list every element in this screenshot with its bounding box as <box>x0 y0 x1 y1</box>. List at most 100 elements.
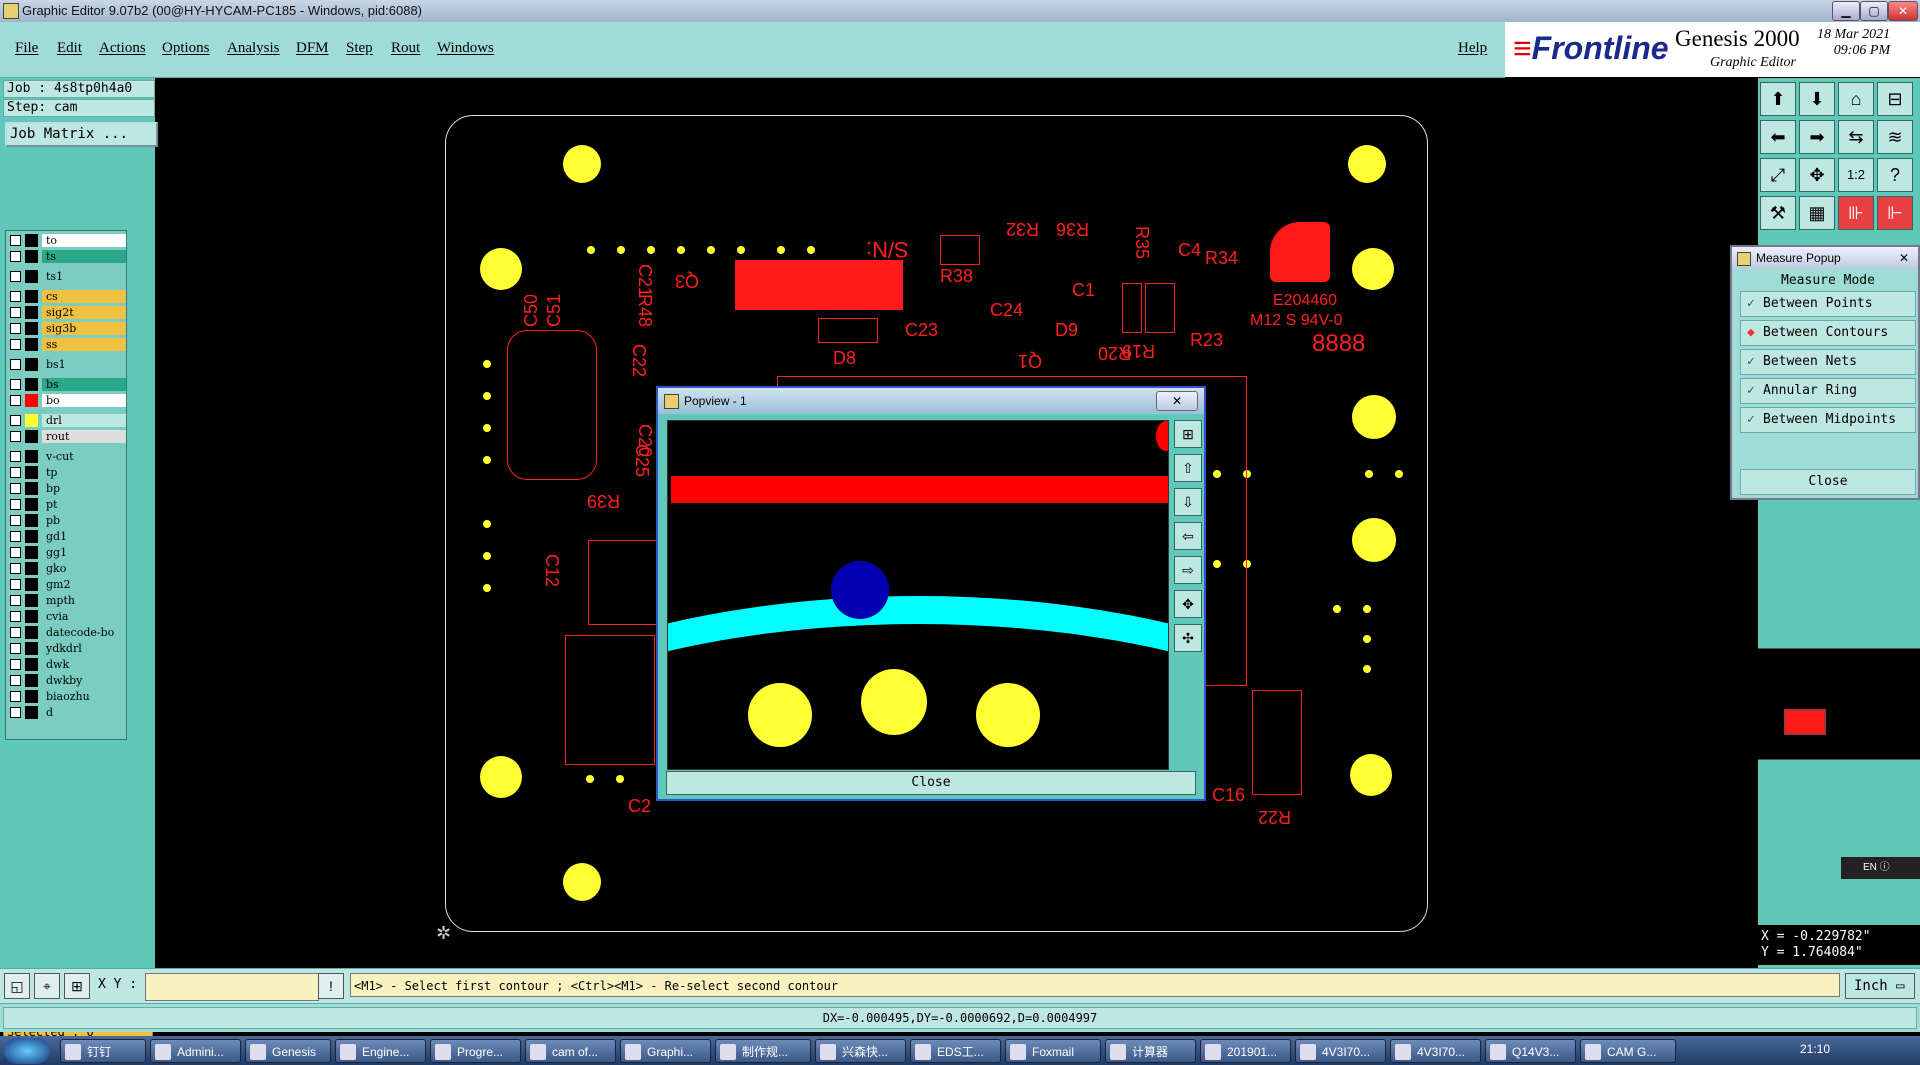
layer-checkbox[interactable] <box>10 499 21 510</box>
layer-checkbox[interactable] <box>10 271 21 282</box>
layer-row[interactable]: datecode-bo <box>6 626 126 640</box>
taskbar-item[interactable]: 201901... <box>1200 1039 1291 1063</box>
zoom-fit-icon[interactable]: ⤢ <box>1760 158 1796 192</box>
layer-row[interactable]: pb <box>6 514 126 528</box>
xy-input[interactable] <box>145 973 319 1001</box>
layer-row[interactable]: dwk <box>6 658 126 672</box>
taskbar-item[interactable]: Graphi... <box>620 1039 711 1063</box>
layer-checkbox[interactable] <box>10 627 21 638</box>
layer-row[interactable]: rout <box>6 430 126 444</box>
layer-row[interactable]: pt <box>6 498 126 512</box>
layer-checkbox[interactable] <box>10 451 21 462</box>
layer-name[interactable]: ss <box>42 338 126 351</box>
layer-name[interactable]: cvia <box>42 610 126 623</box>
layer-name[interactable]: ts <box>42 250 126 263</box>
layer-checkbox[interactable] <box>10 359 21 370</box>
taskbar-item[interactable]: EDS工... <box>910 1039 1001 1063</box>
taskbar-item[interactable]: Q14V3... <box>1485 1039 1576 1063</box>
menu-file[interactable]: File <box>15 40 38 57</box>
layer-checkbox[interactable] <box>10 515 21 526</box>
menu-help[interactable]: Help <box>1458 40 1487 57</box>
layer-checkbox[interactable] <box>10 659 21 670</box>
mode-between-nets[interactable]: ✓ Between Nets <box>1740 349 1916 375</box>
layer-checkbox[interactable] <box>10 483 21 494</box>
mode-between-points[interactable]: ✓ Between Points <box>1740 291 1916 317</box>
layer-row[interactable]: gko <box>6 562 126 576</box>
pan-down-icon[interactable]: ⇩ <box>1174 488 1202 516</box>
layer-checkbox[interactable] <box>10 707 21 718</box>
taskbar-item[interactable]: 制作规... <box>715 1039 811 1063</box>
layer-name[interactable]: bs1 <box>42 358 126 371</box>
unit-selector[interactable]: Inch ▭ <box>1845 973 1915 999</box>
pan-left-icon[interactable]: ⬅ <box>1760 120 1796 154</box>
layer-row[interactable]: bo <box>6 394 126 408</box>
layer-name[interactable]: to <box>42 234 126 247</box>
layer-name[interactable]: ydkdrl <box>42 642 126 655</box>
split-view-icon[interactable]: ⊟ <box>1877 82 1913 116</box>
snap-mode-icon[interactable]: ⌖ <box>34 973 60 999</box>
menu-edit[interactable]: Edit <box>57 40 82 57</box>
start-button[interactable] <box>4 1038 50 1064</box>
layer-name[interactable]: mpth <box>42 594 126 607</box>
menu-options[interactable]: Options <box>162 40 210 57</box>
layer-row[interactable]: dwkby <box>6 674 126 688</box>
taskbar-item[interactable]: Engine... <box>335 1039 426 1063</box>
layer-row[interactable]: bs1 <box>6 358 126 372</box>
layer-name[interactable]: bo <box>42 394 126 407</box>
layer-checkbox[interactable] <box>10 307 21 318</box>
popview-canvas[interactable] <box>667 420 1169 770</box>
layer-checkbox[interactable] <box>10 691 21 702</box>
grid-icon[interactable]: ▦ <box>1799 196 1835 230</box>
layer-checkbox[interactable] <box>10 643 21 654</box>
layer-checkbox[interactable] <box>10 235 21 246</box>
taskbar-item[interactable]: Progre... <box>430 1039 521 1063</box>
taskbar-item[interactable]: 钉钉 <box>60 1039 146 1063</box>
layer-row[interactable]: ts1 <box>6 270 126 284</box>
layer-name[interactable]: ts1 <box>42 270 126 283</box>
layer-row[interactable]: cs <box>6 290 126 304</box>
mode-between-contours[interactable]: ◆ Between Contours <box>1740 320 1916 346</box>
layer-row[interactable]: gm2 <box>6 578 126 592</box>
pan-right-icon[interactable]: ➡ <box>1799 120 1835 154</box>
taskbar-item[interactable]: cam of... <box>525 1039 616 1063</box>
popview-close-button[interactable]: Close <box>666 771 1196 795</box>
layer-name[interactable]: rout <box>42 430 126 443</box>
taskbar-item[interactable]: Foxmail <box>1005 1039 1101 1063</box>
layer-row[interactable]: ss <box>6 338 126 352</box>
layer-name[interactable]: gko <box>42 562 126 575</box>
layer-name[interactable]: drl <box>42 414 126 427</box>
layer-row[interactable]: ydkdrl <box>6 642 126 656</box>
alert-icon[interactable]: ! <box>318 973 344 999</box>
layer-row[interactable]: ts <box>6 250 126 264</box>
layer-checkbox[interactable] <box>10 531 21 542</box>
taskbar-item[interactable]: CAM G... <box>1580 1039 1676 1063</box>
grid-mode-icon[interactable]: ⊞ <box>64 973 90 999</box>
overview-minimap[interactable] <box>1758 648 1920 760</box>
layer-checkbox[interactable] <box>10 595 21 606</box>
layer-row[interactable]: to <box>6 234 126 248</box>
layer-name[interactable]: sig3b <box>42 322 126 335</box>
menu-rout[interactable]: Rout <box>391 40 420 57</box>
pan-right-icon[interactable]: ⇨ <box>1174 556 1202 584</box>
mode-between-midpoints[interactable]: ✓ Between Midpoints <box>1740 407 1916 433</box>
layer-row[interactable]: sig3b <box>6 322 126 336</box>
layer-checkbox[interactable] <box>10 323 21 334</box>
layer-checkbox[interactable] <box>10 467 21 478</box>
layer-checkbox[interactable] <box>10 675 21 686</box>
layer-row[interactable]: d <box>6 706 126 720</box>
popview-close-icon[interactable]: ✕ <box>1156 391 1198 411</box>
close-window-button[interactable]: ✕ <box>1888 1 1918 21</box>
layer-checkbox[interactable] <box>10 251 21 262</box>
select-mode-icon[interactable]: ◱ <box>4 973 30 999</box>
layer-row[interactable]: gd1 <box>6 530 126 544</box>
layer-name[interactable]: gg1 <box>42 546 126 559</box>
wrench-icon[interactable]: ⚒ <box>1760 196 1796 230</box>
measure-close-button[interactable]: Close <box>1740 469 1916 495</box>
layer-row[interactable]: gg1 <box>6 546 126 560</box>
measure-icon[interactable]: ⊪ <box>1838 196 1874 230</box>
taskbar-item[interactable]: 4V3I70... <box>1390 1039 1481 1063</box>
pan-up-icon[interactable]: ⇧ <box>1174 454 1202 482</box>
layer-name[interactable]: dwkby <box>42 674 126 687</box>
layer-name[interactable]: gm2 <box>42 578 126 591</box>
layer-name[interactable]: d <box>42 706 126 719</box>
